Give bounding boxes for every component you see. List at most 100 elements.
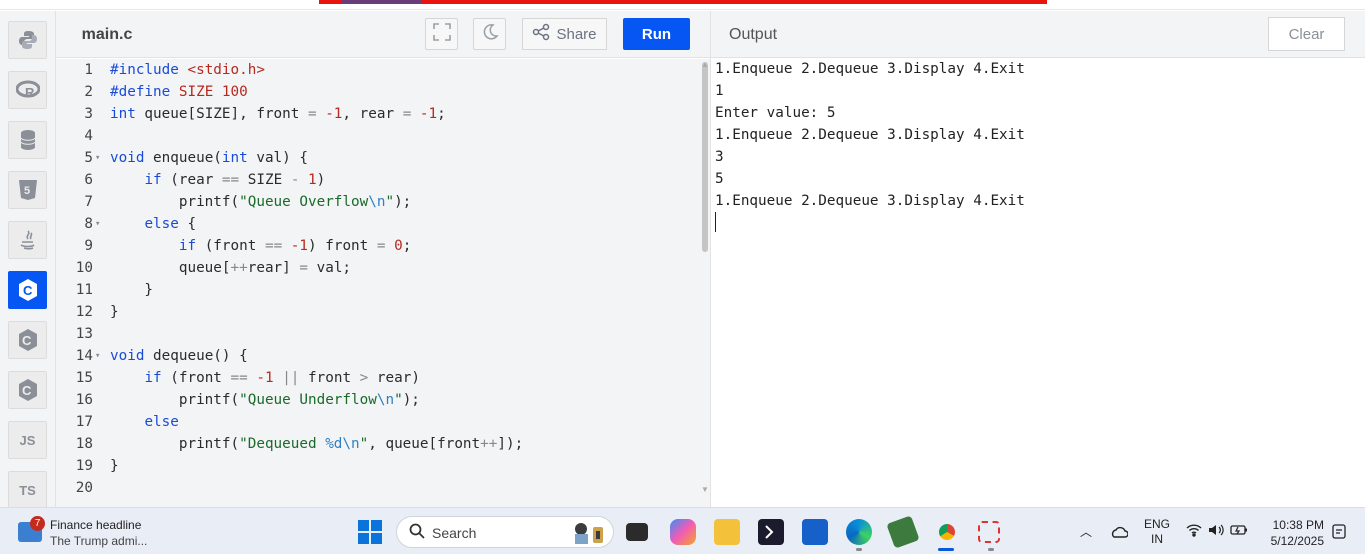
code-line[interactable]: 1 #include <stdio.h> xyxy=(56,59,696,81)
line-number: 19 xyxy=(75,458,93,474)
output-line: 1.Enqueue 2.Dequeue 3.Display 4.Exit xyxy=(715,193,1025,209)
code-text: } xyxy=(110,304,119,320)
run-button[interactable]: Run xyxy=(623,18,690,50)
code-line[interactable]: 14 ▾ void dequeue() { xyxy=(56,345,696,367)
store-icon[interactable] xyxy=(802,519,828,545)
tray-overflow-icon[interactable]: ︿ xyxy=(1080,508,1092,555)
chrome-icon[interactable] xyxy=(934,519,960,545)
code-line[interactable]: 5 ▾ void enqueue(int val) { xyxy=(56,147,696,169)
editor-header: main.c Share Run xyxy=(56,11,710,58)
code-line[interactable]: 2 #define SIZE 100 xyxy=(56,81,696,103)
scroll-up-icon[interactable]: ▲ xyxy=(701,60,709,69)
dark-mode-button[interactable] xyxy=(473,18,506,50)
news-title: Finance headline xyxy=(50,518,142,532)
app-icon[interactable] xyxy=(886,515,920,549)
output-header: Output Clear xyxy=(711,11,1365,58)
code-line[interactable]: 8 ▾ else { xyxy=(56,213,696,235)
code-line[interactable]: 19} xyxy=(56,455,696,477)
file-tab[interactable]: main.c xyxy=(56,11,158,58)
output-console[interactable]: 1.Enqueue 2.Dequeue 3.Display 4.Exit 1 Ent… xyxy=(711,58,1365,507)
banner-thumbnail xyxy=(342,0,422,4)
notifications-icon[interactable] xyxy=(1332,508,1346,555)
fold-arrow-icon[interactable]: ▾ xyxy=(95,147,100,169)
code-line[interactable]: 12} xyxy=(56,301,696,323)
language-sidebar: R 5 C C C JS TS xyxy=(0,11,56,509)
code-text: else { xyxy=(144,216,197,232)
code-line[interactable]: 20 xyxy=(56,477,696,499)
task-view-icon[interactable] xyxy=(626,523,648,541)
language-indicator[interactable]: ENG IN xyxy=(1144,508,1170,555)
volume-icon xyxy=(1208,523,1224,540)
scroll-down-icon[interactable]: ▼ xyxy=(701,485,709,494)
code-line[interactable]: 18 printf("Dequeued %d\n", queue[front++… xyxy=(56,433,696,455)
moon-icon xyxy=(481,23,499,46)
code-text: if (rear == SIZE - 1) xyxy=(144,172,326,188)
region-code: IN xyxy=(1151,531,1163,546)
line-number: 11 xyxy=(75,282,93,298)
code-text: #define SIZE 100 xyxy=(110,84,248,100)
file-explorer-icon[interactable] xyxy=(714,519,740,545)
system-clock[interactable]: 10:38 PM 5/12/2025 xyxy=(1262,517,1324,549)
code-line[interactable]: 7 printf("Queue Overflow\n"); xyxy=(56,191,696,213)
search-highlight-icon xyxy=(569,521,607,545)
code-line[interactable]: 6 if (rear == SIZE - 1) xyxy=(56,169,696,191)
clear-button[interactable]: Clear xyxy=(1268,17,1345,51)
code-line[interactable]: 9 if (front == -1) front = 0; xyxy=(56,235,696,257)
news-badge: 7 xyxy=(30,516,45,531)
line-number: 2 xyxy=(84,84,93,100)
csharp-icon[interactable]: C xyxy=(8,371,47,409)
line-number: 6 xyxy=(84,172,93,188)
code-text: int queue[SIZE], front = -1, rear = -1; xyxy=(110,106,446,122)
editor-scrollbar[interactable] xyxy=(702,62,708,252)
python-icon[interactable] xyxy=(8,21,47,59)
line-number: 5 xyxy=(84,150,93,166)
code-line[interactable]: 3 int queue[SIZE], front = -1, rear = -1; xyxy=(56,103,696,125)
taskbar-search[interactable]: Search xyxy=(396,516,614,548)
code-line[interactable]: 16 printf("Queue Underflow\n"); xyxy=(56,389,696,411)
cpp-icon[interactable]: C xyxy=(8,321,47,359)
fullscreen-button[interactable] xyxy=(425,18,458,50)
c-icon[interactable]: C xyxy=(8,271,47,309)
fold-arrow-icon[interactable]: ▾ xyxy=(95,345,100,367)
js-icon[interactable]: JS xyxy=(8,421,47,459)
html-icon[interactable]: 5 xyxy=(8,171,47,209)
snipping-tool-icon[interactable] xyxy=(978,521,1000,543)
onedrive-icon[interactable] xyxy=(1110,508,1128,555)
ts-label: TS xyxy=(19,482,36,498)
share-button[interactable]: Share xyxy=(522,18,607,50)
edge-icon[interactable] xyxy=(846,519,872,545)
code-text: if (front == -1) front = 0; xyxy=(178,238,412,254)
java-icon[interactable] xyxy=(8,221,47,259)
code-text: printf("Dequeued %d\n", queue[front++]); xyxy=(110,436,524,452)
code-text: } xyxy=(110,458,119,474)
line-number: 18 xyxy=(75,436,93,452)
sql-icon[interactable] xyxy=(8,121,47,159)
chrome-active-indicator xyxy=(938,548,954,551)
quick-settings[interactable] xyxy=(1186,508,1248,555)
line-number: 16 xyxy=(75,392,93,408)
code-line[interactable]: 17 else xyxy=(56,411,696,433)
code-line[interactable]: 13 xyxy=(56,323,696,345)
code-line[interactable]: 11 } xyxy=(56,279,696,301)
copilot-icon[interactable] xyxy=(670,519,696,545)
line-number: 17 xyxy=(75,414,93,430)
code-text: } xyxy=(110,282,154,298)
snipping-running-indicator xyxy=(988,548,994,551)
code-line[interactable]: 15 if (front == -1 || front > rear) xyxy=(56,367,696,389)
fold-arrow-icon[interactable]: ▾ xyxy=(95,213,100,235)
code-line[interactable]: 4 xyxy=(56,125,696,147)
line-number: 14 xyxy=(75,348,93,364)
search-icon xyxy=(409,523,425,544)
code-line[interactable]: 10 queue[++rear] = val; xyxy=(56,257,696,279)
wifi-icon xyxy=(1186,523,1202,540)
svg-text:C: C xyxy=(22,333,32,348)
code-editor[interactable]: 1 #include <stdio.h> 2 #define SIZE 100 3 int… xyxy=(56,59,710,507)
line-number: 4 xyxy=(84,128,93,144)
ts-icon[interactable]: TS xyxy=(8,471,47,509)
line-number: 8 xyxy=(84,216,93,232)
r-icon[interactable]: R xyxy=(8,71,47,109)
terminal-icon[interactable] xyxy=(758,519,784,545)
news-widget[interactable]: 7 Finance headline The Trump admi... xyxy=(18,516,158,548)
windows-start-icon[interactable] xyxy=(358,520,382,544)
text-cursor xyxy=(715,212,716,232)
